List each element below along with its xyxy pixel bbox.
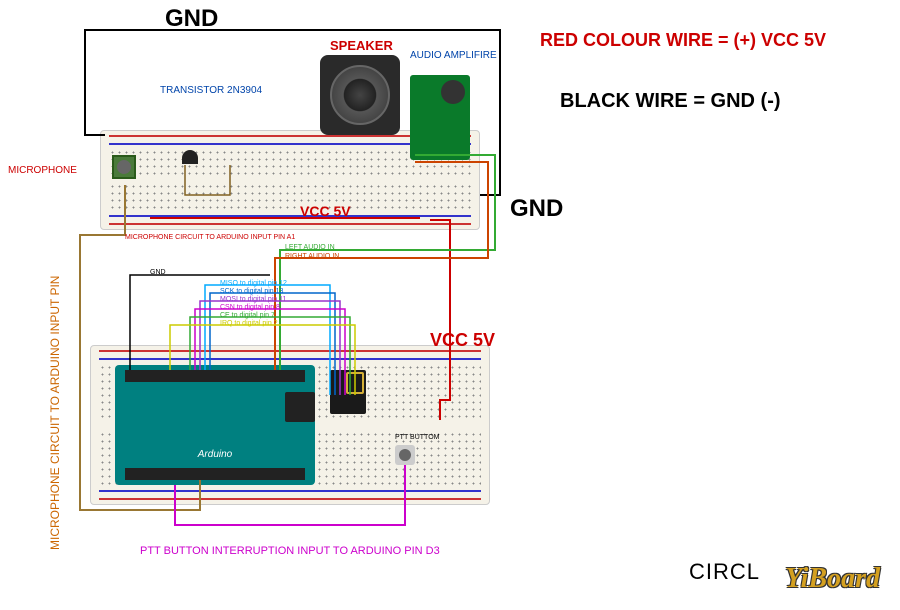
irq-label: IRQ to digital pin 2 <box>220 320 278 327</box>
sck-label: SCK to digital pin 13 <box>220 288 283 295</box>
miso-label: MISO to digital pin 12 <box>220 280 287 287</box>
right-audio-label: RIGHT AUDIO IN <box>285 253 339 260</box>
speaker <box>320 55 400 135</box>
csn-label: CSN to digital pin 8 <box>220 304 280 311</box>
ptt-button <box>395 445 415 465</box>
legend-black-wire: BLACK WIRE = GND (-) <box>560 90 781 113</box>
ic-chip <box>285 392 315 422</box>
circl-logo: CIRCL <box>689 559 760 585</box>
legend-red-wire: RED COLOUR WIRE = (+) VCC 5V <box>540 30 826 51</box>
mic-circuit-note: MICROPHONE CIRCUIT TO ARDUINO INPUT PIN … <box>125 234 295 241</box>
audio-amplifier-board <box>410 75 470 160</box>
gnd-top-label: GND <box>165 5 218 33</box>
yiboard-logo: YiBoard <box>785 563 880 595</box>
ptt-note-label: PTT BUTTON INTERRUPTION INPUT TO ARDUINO… <box>140 545 440 557</box>
nrf-module <box>330 370 366 414</box>
ptt-buttom-label: PTT BUTTOM <box>395 434 439 441</box>
vcc5v-right-label: VCC 5V <box>430 330 495 351</box>
mic-circuit-vertical-label: MICROPHONE CIRCUIT TO ARDUINO INPUT PIN <box>48 230 62 550</box>
transistor-label: TRANSISTOR 2N3904 <box>160 85 262 96</box>
speaker-label: SPEAKER <box>330 38 393 53</box>
microphone <box>112 155 136 179</box>
microphone-label: MICROPHONE <box>8 165 77 176</box>
speaker-cone-icon <box>330 65 390 125</box>
vcc5v-breadboard-label: VCC 5V <box>300 203 351 219</box>
transistor-2n3904 <box>182 150 198 164</box>
audio-amp-label: AUDIO AMPLIFIRE <box>410 50 497 61</box>
arduino-label: Arduino <box>198 449 232 460</box>
gnd-right-label: GND <box>510 195 563 223</box>
arduino-board: Arduino <box>115 365 315 485</box>
gnd-small-label: GND <box>150 269 166 276</box>
left-audio-label: LEFT AUDIO IN <box>285 244 335 251</box>
mosi-label: MOSI to digital pin 11 <box>220 296 286 303</box>
ce-label: CE to digital pin 7 <box>220 312 275 319</box>
potentiometer-icon <box>441 80 465 104</box>
